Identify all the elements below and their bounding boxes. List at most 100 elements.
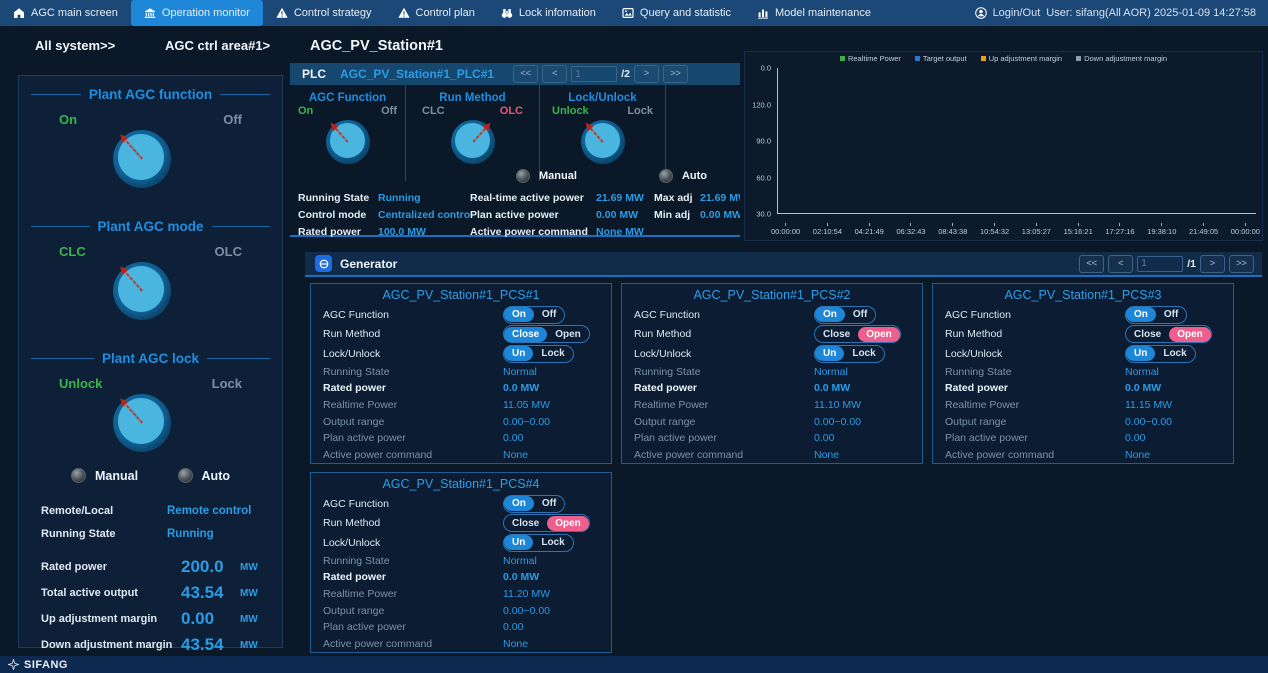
row-label: Running State xyxy=(323,555,503,567)
output-range-value: 0.00~0.00 xyxy=(1125,416,1172,428)
plan-active-power-value: 0.00 xyxy=(503,432,523,444)
plc-stat-value: Running xyxy=(378,189,470,206)
first-page-button[interactable]: << xyxy=(513,65,538,83)
nav-item-lock-information[interactable]: Lock infomation xyxy=(488,0,609,26)
legend-swatch xyxy=(981,56,986,61)
stat-unit: MW xyxy=(240,562,258,573)
legend-item: Realtime Power xyxy=(840,54,901,63)
manual-radio-group: Manual xyxy=(516,169,577,183)
breadcrumb-all-system[interactable]: All system>> xyxy=(35,38,115,53)
x-axis-tick-label: 08:43:38 xyxy=(938,223,967,236)
last-page-button[interactable]: >> xyxy=(1229,255,1254,273)
nav-item-agc-main-screen[interactable]: AGC main screen xyxy=(0,0,131,26)
page-number-input[interactable] xyxy=(571,66,617,82)
option-left-label: On xyxy=(59,112,77,127)
page-number-input[interactable] xyxy=(1137,256,1183,272)
plc-stat-label: Active power command xyxy=(470,223,596,240)
row-label: Plan active power xyxy=(945,432,1125,444)
pcs-card-title[interactable]: AGC_PV_Station#1_PCS#2 xyxy=(634,288,910,302)
nav-item-query-and-statistic[interactable]: Query and statistic xyxy=(609,0,744,26)
first-page-button[interactable]: << xyxy=(1079,255,1104,273)
next-page-button[interactable]: > xyxy=(634,65,659,83)
prev-page-button[interactable]: < xyxy=(542,65,567,83)
agc-function-toggle[interactable]: On Off xyxy=(503,306,565,324)
auto-radio[interactable] xyxy=(178,468,193,483)
option-left-label: CLC xyxy=(422,105,445,117)
stat-unit: MW xyxy=(240,640,258,651)
login-link[interactable]: Login/Out xyxy=(993,7,1041,19)
nav-item-model-maintenance[interactable]: Model maintenance xyxy=(744,0,884,26)
auto-radio[interactable] xyxy=(659,169,673,183)
running-state-value: Normal xyxy=(814,366,848,378)
run-method-toggle[interactable]: Close Open xyxy=(814,325,901,343)
agc-function-toggle[interactable]: On Off xyxy=(503,495,565,513)
rotary-knob[interactable] xyxy=(113,394,171,452)
y-axis-tick-label: 60.0 xyxy=(756,173,771,182)
row-label: Lock/Unlock xyxy=(945,348,1125,360)
lock-unlock-toggle[interactable]: Un Lock xyxy=(1125,345,1196,363)
section-title: Plant AGC function xyxy=(89,87,212,102)
info-value: Remote control xyxy=(167,505,251,517)
y-axis-tick-label: 30.0 xyxy=(756,210,771,219)
rotary-knob[interactable] xyxy=(581,120,625,164)
breadcrumb-station[interactable]: AGC_PV_Station#1 xyxy=(310,38,443,54)
legend-swatch xyxy=(840,56,845,61)
row-label: Lock/Unlock xyxy=(323,348,503,360)
pcs-card: AGC_PV_Station#1_PCS#1 AGC Function On O… xyxy=(310,283,612,464)
plc-stat-label: Control mode xyxy=(298,206,378,223)
running-state-value: Normal xyxy=(503,366,537,378)
footer-brand: SIFANG xyxy=(24,659,68,671)
manual-radio[interactable] xyxy=(516,169,530,183)
plc-device-name: AGC_PV_Station#1_PLC#1 xyxy=(340,67,494,81)
stat-value: 43.54 xyxy=(181,583,233,603)
plc-label: PLC xyxy=(290,67,340,81)
pcs-card: AGC_PV_Station#1_PCS#4 AGC Function On O… xyxy=(310,472,612,653)
nav-item-operation-monitor[interactable]: Operation monitor xyxy=(131,0,263,26)
lock-unlock-toggle[interactable]: Un Lock xyxy=(503,345,574,363)
run-method-toggle[interactable]: Close Open xyxy=(503,514,590,532)
pcs-card-title[interactable]: AGC_PV_Station#1_PCS#1 xyxy=(323,288,599,302)
group-title: Lock/Unlock xyxy=(540,92,665,104)
rotary-knob[interactable] xyxy=(451,120,495,164)
x-axis-tick-label: 10:54:32 xyxy=(980,223,1009,236)
user-area: Login/Out User: sifang(All AOR) 2025-01-… xyxy=(975,7,1268,19)
x-axis-tick-label: 00:00:00 xyxy=(1231,223,1260,236)
active-power-command-value: None xyxy=(1125,449,1150,461)
breadcrumb-agc-ctrl-area[interactable]: AGC ctrl area#1> xyxy=(165,38,270,53)
row-label: Plan active power xyxy=(323,432,503,444)
nav-item-control-strategy[interactable]: Control strategy xyxy=(263,0,385,26)
lock-unlock-toggle[interactable]: Un Lock xyxy=(814,345,885,363)
output-range-value: 0.00~0.00 xyxy=(503,605,550,617)
agc-function-toggle[interactable]: On Off xyxy=(1125,306,1187,324)
row-label: Rated power xyxy=(323,571,503,583)
next-page-button[interactable]: > xyxy=(1200,255,1225,273)
row-label: Output range xyxy=(634,416,814,428)
last-page-button[interactable]: >> xyxy=(663,65,688,83)
pcs-card-title[interactable]: AGC_PV_Station#1_PCS#3 xyxy=(945,288,1221,302)
row-label: Active power command xyxy=(323,449,503,461)
run-method-toggle[interactable]: Close Open xyxy=(1125,325,1212,343)
row-label: Output range xyxy=(323,416,503,428)
run-method-toggle[interactable]: Close Open xyxy=(503,325,590,343)
plant-info-row: Remote/Local Remote control xyxy=(41,499,282,522)
nav-item-control-plan[interactable]: Control plan xyxy=(385,0,488,26)
agc-function-toggle[interactable]: On Off xyxy=(814,306,876,324)
lock-unlock-toggle[interactable]: Un Lock xyxy=(503,534,574,552)
manual-radio[interactable] xyxy=(71,468,86,483)
auto-radio-label: Auto xyxy=(202,469,230,483)
legend-swatch xyxy=(1076,56,1081,61)
rotary-knob[interactable] xyxy=(326,120,370,164)
plc-pager: << < /2 > >> xyxy=(513,65,688,83)
active-power-command-value: None xyxy=(814,449,839,461)
section-title: Plant AGC lock xyxy=(102,351,199,366)
pcs-card-title[interactable]: AGC_PV_Station#1_PCS#4 xyxy=(323,477,599,491)
option-right-label: Off xyxy=(223,112,242,127)
prev-page-button[interactable]: < xyxy=(1108,255,1133,273)
plc-stat-value xyxy=(700,223,740,240)
user-icon xyxy=(975,7,987,19)
knob-needle xyxy=(123,403,142,424)
plan-active-power-value: 0.00 xyxy=(814,432,834,444)
rotary-knob[interactable] xyxy=(113,262,171,320)
rotary-knob[interactable] xyxy=(113,130,171,188)
plant-agc-section: Plant AGC function On Off xyxy=(19,86,282,188)
